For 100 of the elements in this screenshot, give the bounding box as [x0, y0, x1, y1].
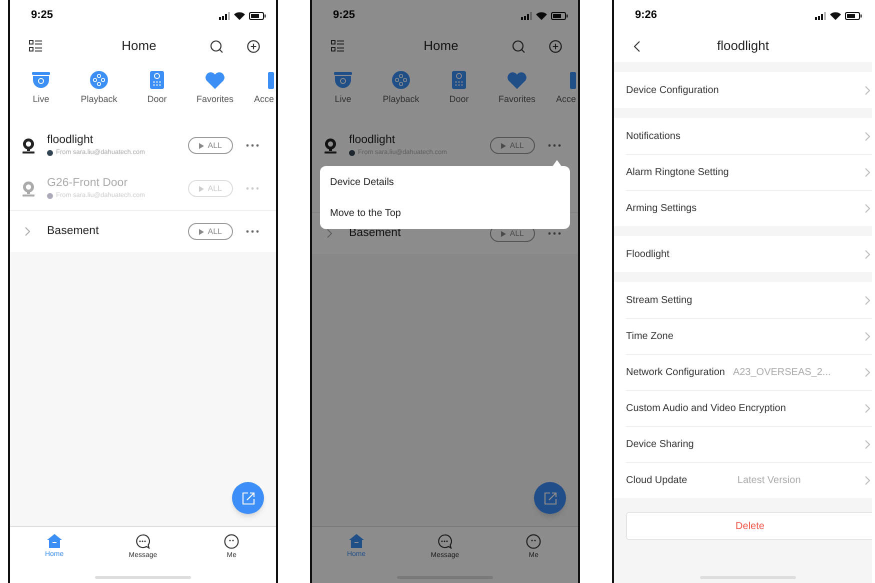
dome-camera-icon: [334, 72, 352, 88]
shortcut-button[interactable]: Live: [314, 70, 372, 124]
shortcut-button[interactable]: Favorites: [488, 70, 546, 124]
device-name: floodlight: [349, 135, 396, 146]
signal-icon: [219, 12, 230, 20]
shortcut-button[interactable]: Live: [12, 70, 70, 124]
battery-icon: [249, 12, 266, 20]
camera-icon: [22, 138, 35, 154]
more-icon: [548, 144, 560, 147]
search-icon[interactable]: [210, 40, 223, 52]
chevron-right-icon: [865, 476, 870, 485]
house-icon: [46, 534, 62, 548]
chevron-right-icon: [865, 404, 870, 413]
camera-icon: [22, 180, 35, 196]
battery-icon: [551, 12, 568, 20]
play-icon: [500, 230, 506, 236]
smiley-icon: [224, 534, 240, 549]
list-view-icon[interactable]: [331, 40, 344, 52]
shortcut-button[interactable]: Door: [128, 70, 186, 124]
chevron-right-icon: [327, 229, 332, 238]
play-icon: [198, 186, 204, 192]
status-time: 9:25: [333, 8, 356, 24]
more-icon: [246, 230, 258, 233]
settings-row[interactable]: Arming Settings: [626, 190, 872, 226]
house-icon: [348, 534, 364, 548]
menu-item[interactable]: Device Details: [320, 166, 570, 198]
shortcut-button[interactable]: Door: [430, 70, 488, 124]
shortcut-button[interactable]: Playback: [372, 70, 430, 124]
external-link-icon: [242, 492, 254, 504]
chevron-right-icon: [865, 368, 870, 377]
screen-title: Home: [120, 37, 158, 56]
chevron-right-icon: [865, 296, 870, 304]
square-icon: [570, 72, 576, 88]
doorbell-icon: [452, 71, 466, 89]
more-icon: [246, 187, 258, 190]
chevron-right-icon: [865, 250, 870, 258]
row-value: A23_OVERSEAS_2...: [732, 366, 831, 380]
shortcut-button[interactable]: Favorites: [186, 70, 244, 124]
heart-icon: [507, 72, 527, 88]
chevron-right-icon: [865, 204, 870, 213]
back-icon[interactable]: [634, 40, 640, 52]
camera-icon: [324, 138, 337, 154]
doorbell-icon: [150, 71, 164, 89]
group-name: Basement: [349, 226, 402, 241]
search-icon[interactable]: [512, 40, 525, 52]
add-icon[interactable]: [247, 40, 260, 52]
settings-row[interactable]: Stream Setting: [626, 282, 872, 318]
chevron-right-icon: [865, 440, 870, 449]
chevron-right-icon: [865, 132, 870, 140]
shortcut-button[interactable]: Acce: [546, 70, 576, 124]
more-icon: [548, 232, 560, 235]
smiley-icon: [526, 534, 542, 549]
settings-row[interactable]: Alarm Ringtone Setting: [626, 154, 872, 190]
settings-row[interactable]: Device Sharing: [626, 426, 872, 462]
signal-icon: [521, 12, 532, 20]
share-badge-icon: [349, 150, 355, 156]
list-view-icon[interactable]: [29, 40, 42, 52]
share-badge-icon: [47, 150, 53, 156]
status-time: 9:26: [635, 8, 658, 24]
wifi-icon: [234, 12, 245, 20]
signal-icon: [815, 12, 826, 20]
settings-row[interactable]: Custom Audio and Video Encryption: [626, 390, 872, 426]
settings-row[interactable]: Notifications: [626, 118, 872, 154]
play-icon: [500, 142, 506, 148]
chevron-right-icon: [25, 227, 30, 236]
device-name: G26-Front Door: [47, 178, 129, 190]
chevron-right-icon: [865, 168, 870, 177]
screen-title: Home: [422, 37, 460, 56]
settings-row[interactable]: Time Zone: [626, 318, 872, 354]
chat-bubble-icon: [437, 534, 452, 549]
wifi-icon: [536, 12, 547, 20]
add-icon[interactable]: [549, 40, 562, 52]
floating-action-button[interactable]: [232, 482, 264, 514]
group-name: Basement: [47, 224, 100, 239]
status-time: 9:25: [31, 8, 54, 24]
play-all-button[interactable]: ALL: [188, 137, 233, 154]
settings-row[interactable]: Network Configuration A23_OVERSEAS_2...: [626, 354, 872, 390]
device-name: floodlight: [47, 135, 94, 146]
play-all-button[interactable]: ALL: [188, 223, 233, 240]
settings-row[interactable]: Cloud Update Latest Version: [626, 462, 872, 498]
square-icon: [268, 72, 274, 88]
wifi-icon: [830, 12, 841, 20]
reel-icon: [392, 71, 410, 89]
play-icon: [198, 142, 204, 148]
screen-title: floodlight: [716, 37, 770, 56]
chevron-right-icon: [865, 332, 870, 341]
chat-bubble-icon: [135, 534, 150, 549]
share-badge-icon: [47, 192, 53, 199]
floating-action-button[interactable]: [534, 482, 566, 514]
reel-icon: [90, 71, 108, 89]
dome-camera-icon: [32, 72, 50, 88]
play-icon: [198, 228, 204, 234]
more-icon: [246, 144, 258, 147]
battery-icon: [845, 12, 862, 20]
heart-icon: [205, 72, 225, 88]
row-value: Latest Version: [737, 474, 801, 488]
shortcut-button[interactable]: Acce: [244, 70, 274, 124]
shortcut-button[interactable]: Playback: [70, 70, 128, 124]
chevron-right-icon: [865, 86, 870, 94]
external-link-icon: [544, 492, 556, 504]
